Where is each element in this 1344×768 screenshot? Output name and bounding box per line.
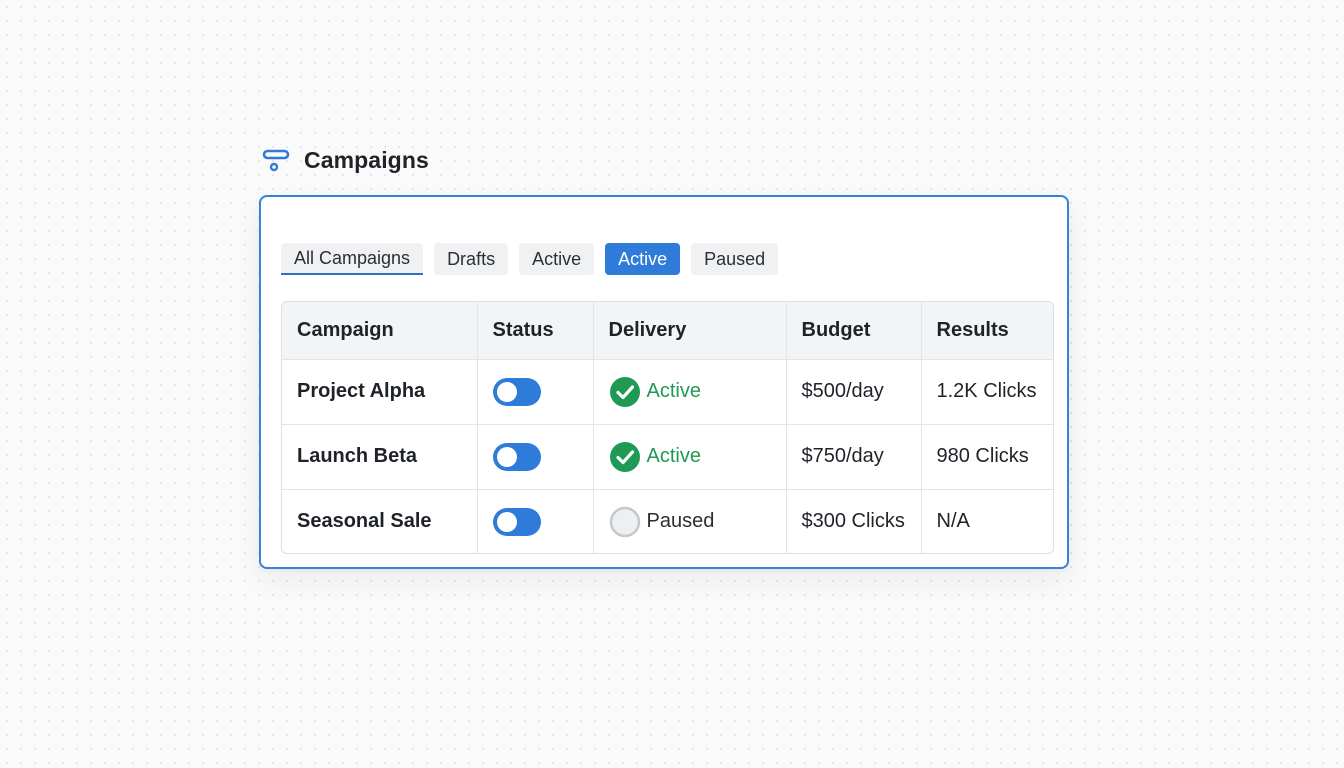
status-toggle[interactable] xyxy=(492,442,541,471)
tab-drafts[interactable]: Drafts xyxy=(434,243,509,275)
status-cell xyxy=(477,489,594,553)
status-cell xyxy=(477,359,594,425)
column-header-budget[interactable]: Budget xyxy=(786,302,922,360)
delivery-cell: Paused xyxy=(593,489,787,553)
status-cell xyxy=(477,424,594,490)
delivery-cell: Active xyxy=(593,359,787,425)
delivery-status-text: Active xyxy=(646,445,701,467)
budget-cell: $500/day xyxy=(786,359,922,425)
tab-active-selected[interactable]: Active xyxy=(605,243,681,275)
filter-tabs: All Campaigns Drafts Active Active Pause… xyxy=(281,243,779,275)
table-header-row: Campaign Status Delivery Budget Results xyxy=(282,302,1053,360)
status-toggle[interactable] xyxy=(492,507,541,536)
tab-all-campaigns[interactable]: All Campaigns xyxy=(281,243,424,275)
results-cell: 980 Clicks xyxy=(921,424,1053,490)
table-row[interactable]: Launch Beta Active $750/day 980 Clicks xyxy=(282,424,1053,490)
column-header-results[interactable]: Results xyxy=(921,302,1053,360)
page-title: Campaigns xyxy=(304,146,429,173)
delivery-status-text: Active xyxy=(646,380,701,402)
tab-paused[interactable]: Paused xyxy=(691,243,779,275)
paused-circle-icon xyxy=(609,506,640,537)
table-row[interactable]: Seasonal Sale Paused $300 Clicks N/A xyxy=(282,489,1053,553)
check-circle-icon xyxy=(609,376,640,407)
delivery-cell: Active xyxy=(593,424,787,490)
column-header-campaign[interactable]: Campaign xyxy=(282,302,478,360)
column-header-status[interactable]: Status xyxy=(477,302,594,360)
toggle-knob xyxy=(496,381,517,402)
column-header-delivery[interactable]: Delivery xyxy=(593,302,787,360)
check-circle-icon xyxy=(609,441,640,472)
toggle-knob xyxy=(496,511,517,532)
budget-cell: $750/day xyxy=(786,424,922,490)
campaign-name[interactable]: Project Alpha xyxy=(282,359,478,425)
delivery-status-text: Paused xyxy=(646,510,715,533)
results-cell: 1.2K Clicks xyxy=(921,359,1053,425)
status-toggle[interactable] xyxy=(492,377,541,406)
filter-icon xyxy=(262,149,290,172)
table-row[interactable]: Project Alpha Active $500/day 1.2K Click… xyxy=(282,359,1053,425)
tab-active[interactable]: Active xyxy=(519,243,595,275)
results-cell: N/A xyxy=(936,510,970,533)
campaigns-table: Campaign Status Delivery Budget Results … xyxy=(281,301,1054,554)
campaign-name[interactable]: Launch Beta xyxy=(282,424,478,490)
campaign-name[interactable]: Seasonal Sale xyxy=(282,489,478,553)
toggle-knob xyxy=(496,446,517,467)
campaigns-panel: All Campaigns Drafts Active Active Pause… xyxy=(259,195,1069,569)
page-header: Campaigns xyxy=(262,146,429,174)
budget-cell: $300 Clicks xyxy=(786,489,922,553)
